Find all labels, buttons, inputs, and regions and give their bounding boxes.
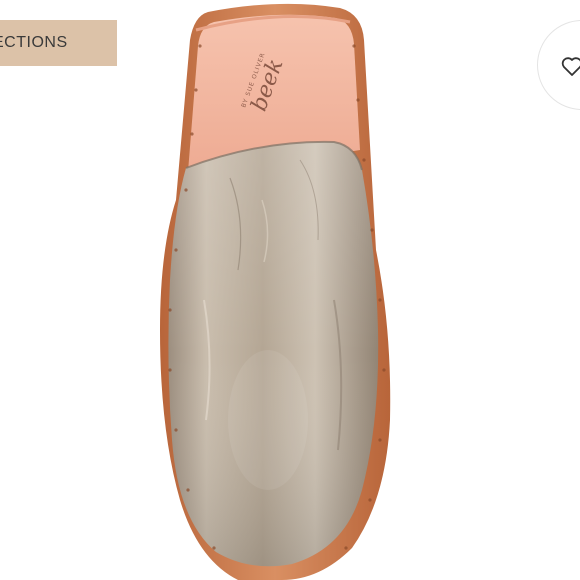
- collections-badge[interactable]: ECTIONS: [0, 20, 117, 66]
- listing-image-viewer: beek BY SUE OLIVER ECTIONS: [0, 0, 580, 580]
- heart-outline-icon: [561, 57, 580, 76]
- collections-badge-label: ECTIONS: [0, 34, 68, 51]
- brand-logo: beek BY SUE OLIVER: [240, 51, 288, 114]
